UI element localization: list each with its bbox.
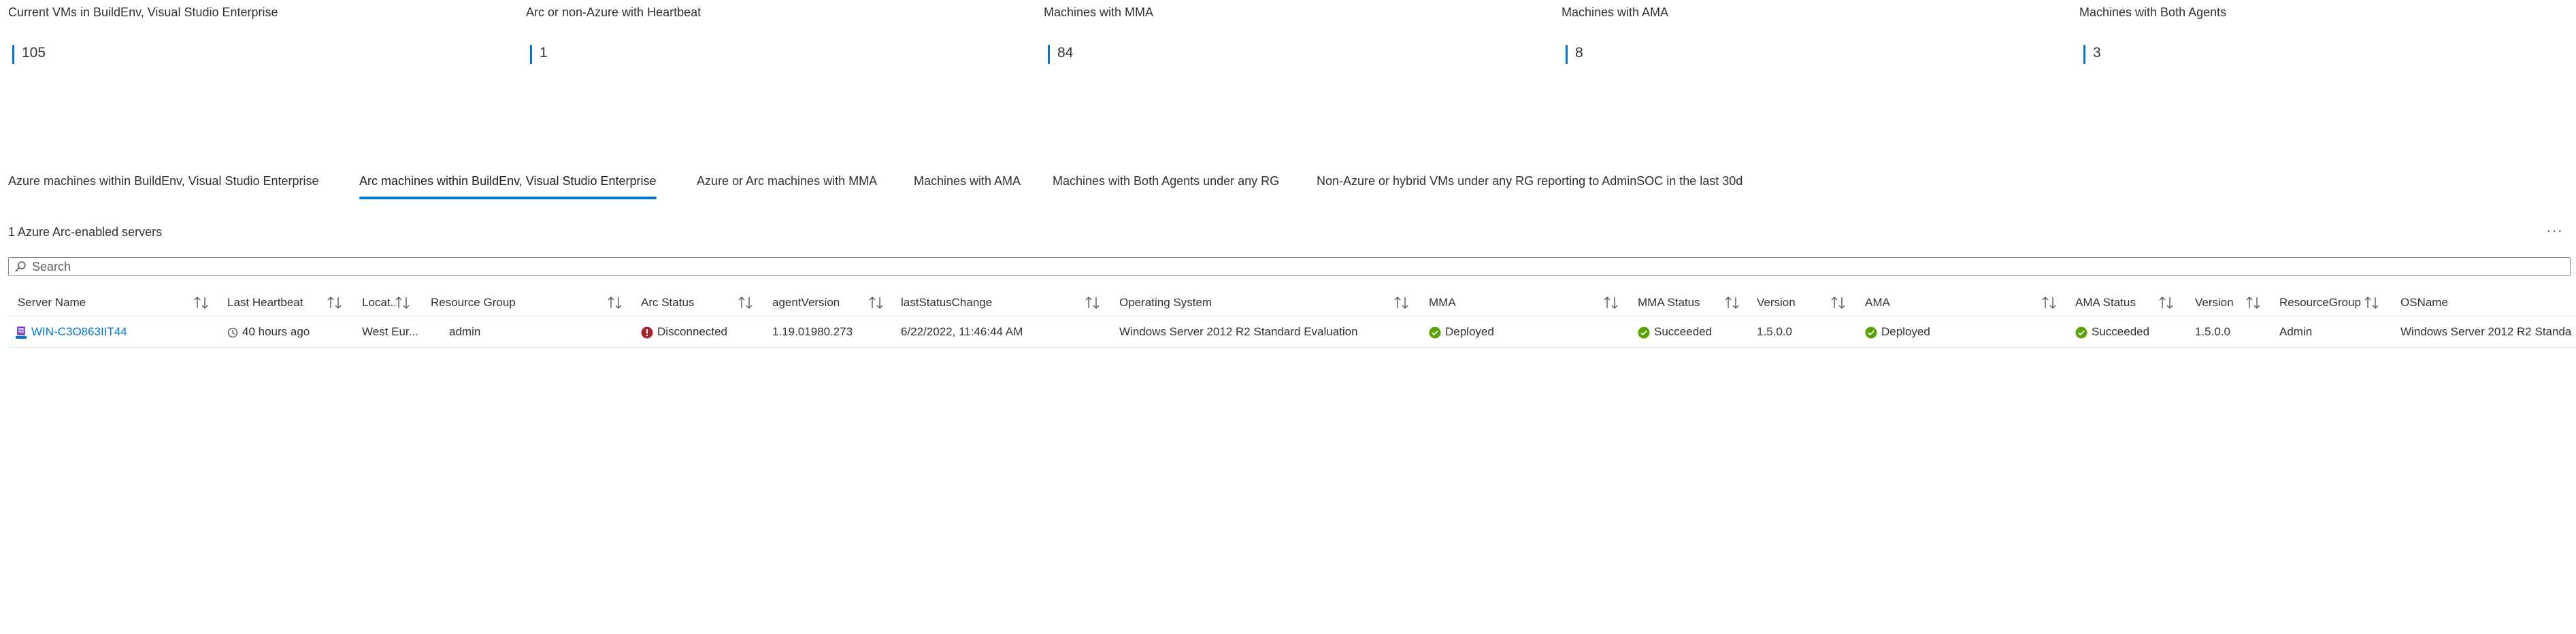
sort-icon[interactable]	[395, 295, 411, 310]
cell-mma-status: Succeeded	[1638, 317, 1712, 347]
sort-icon[interactable]	[738, 295, 754, 310]
active-tab-indicator	[359, 197, 657, 199]
column-header-resourcegroup[interactable]: ResourceGroup	[2279, 290, 2361, 316]
column-header-operating-system[interactable]: Operating System	[1119, 290, 1212, 316]
grid-title: 1 Azure Arc-enabled servers	[8, 225, 163, 239]
sort-icon[interactable]	[1393, 295, 1410, 310]
kpi-accent-bar	[2083, 45, 2085, 64]
sort-icon[interactable]	[193, 295, 210, 310]
cell-location: West Eur...	[362, 325, 418, 338]
column-header-last-heartbeat[interactable]: Last Heartbeat	[227, 290, 303, 316]
column-header-mma-version[interactable]: Version	[1757, 290, 1796, 316]
column-header-arc-status[interactable]: Arc Status	[641, 290, 694, 316]
clock-icon	[227, 327, 238, 337]
search-input[interactable]	[32, 258, 2549, 276]
kpi-accent-bar	[1048, 45, 1050, 64]
grid-header-row: Server Name Last Heartbeat Locat.. Resou…	[8, 290, 2576, 316]
cell-resource-group: admin	[449, 325, 481, 338]
cell-last-heartbeat: 40 hours ago	[227, 317, 310, 347]
column-header-server-name[interactable]: Server Name	[18, 290, 86, 316]
cell-osname: Windows Server 2012 R2 Standa	[2400, 325, 2572, 338]
sort-icon[interactable]	[2245, 295, 2262, 310]
server-name-link[interactable]: WIN-C3O863IIT44	[31, 325, 127, 338]
kpi-value: 3	[2093, 45, 2101, 61]
cell-ama-status: Succeeded	[2075, 317, 2149, 347]
server-icon	[16, 326, 27, 339]
tab-label: Arc machines within BuildEnv, Visual Stu…	[359, 174, 657, 188]
mma-value: Deployed	[1445, 325, 1494, 338]
cell-server-name[interactable]: WIN-C3O863IIT44	[15, 317, 127, 347]
tab-label: Machines with Both Agents under any RG	[1053, 174, 1280, 188]
tab-non-azure-hybrid[interactable]: Non-Azure or hybrid VMs under any RG rep…	[1317, 167, 1743, 195]
tab-azure-machines[interactable]: Azure machines within BuildEnv, Visual S…	[8, 167, 319, 195]
kpi-value: 8	[1575, 45, 1583, 61]
column-header-mma-status[interactable]: MMA Status	[1638, 290, 1700, 316]
cell-mma-version: 1.5.0.0	[1757, 325, 1792, 338]
tab-arc-machines[interactable]: Arc machines within BuildEnv, Visual Stu…	[359, 167, 657, 199]
kpi-accent-bar	[12, 45, 14, 64]
sort-icon[interactable]	[1830, 295, 1847, 310]
cell-ama: Deployed	[1865, 317, 1930, 347]
kpi-title: Machines with MMA	[1044, 5, 1154, 19]
check-circle-icon	[1865, 327, 1877, 339]
ama-value: Deployed	[1881, 325, 1930, 338]
tab-label: Azure or Arc machines with MMA	[697, 174, 878, 188]
cell-operating-system: Windows Server 2012 R2 Standard Evaluati…	[1119, 325, 1358, 338]
column-header-osname[interactable]: OSName	[2400, 290, 2448, 316]
check-circle-icon	[1638, 327, 1650, 339]
column-header-agent-version[interactable]: agentVersion	[772, 290, 840, 316]
kpi-value: 1	[540, 45, 548, 61]
search-icon	[15, 261, 26, 272]
table-row[interactable]: WIN-C3O863IIT44 40 hours ago West Eur...…	[8, 317, 2576, 348]
tab-label: Azure machines within BuildEnv, Visual S…	[8, 174, 319, 188]
kpi-accent-bar	[530, 45, 532, 64]
kpi-title: Arc or non-Azure with Heartbeat	[526, 5, 701, 19]
cell-arc-status: Disconnected	[641, 317, 727, 347]
check-circle-icon	[2075, 327, 2087, 339]
column-header-location[interactable]: Locat..	[362, 290, 397, 316]
arc-status-value: Disconnected	[657, 325, 728, 338]
kpi-title: Current VMs in BuildEnv, Visual Studio E…	[8, 5, 278, 19]
sort-icon[interactable]	[2041, 295, 2058, 310]
cell-mma: Deployed	[1429, 317, 1494, 347]
column-header-last-status-change[interactable]: lastStatusChange	[901, 290, 992, 316]
cell-last-status-change: 6/22/2022, 11:46:44 AM	[901, 325, 1023, 338]
ama-status-value: Succeeded	[2092, 325, 2150, 338]
column-header-ama[interactable]: AMA	[1865, 290, 1890, 316]
sort-icon[interactable]	[327, 295, 343, 310]
sort-icon[interactable]	[868, 295, 885, 310]
tab-both-agents[interactable]: Machines with Both Agents under any RG	[1053, 167, 1279, 195]
tab-label: Machines with AMA	[914, 174, 1021, 188]
sort-icon[interactable]	[1085, 295, 1101, 310]
check-circle-icon	[1429, 327, 1441, 339]
sort-icon[interactable]	[1724, 295, 1740, 310]
column-header-mma[interactable]: MMA	[1429, 290, 1456, 316]
column-header-ama-status[interactable]: AMA Status	[2075, 290, 2136, 316]
tab-machines-with-ama[interactable]: Machines with AMA	[914, 167, 1021, 195]
sort-icon[interactable]	[2364, 295, 2380, 310]
sort-icon[interactable]	[2158, 295, 2175, 310]
sort-icon[interactable]	[1603, 295, 1619, 310]
last-heartbeat-value: 40 hours ago	[242, 325, 310, 338]
kpi-accent-bar	[1566, 45, 1568, 64]
error-icon	[641, 327, 653, 339]
sort-icon[interactable]	[607, 295, 623, 310]
cell-agent-version: 1.19.01980.273	[772, 325, 853, 338]
kpi-title: Machines with AMA	[1562, 5, 1669, 19]
kpi-value: 84	[1057, 45, 1074, 61]
kpi-strip: Current VMs in BuildEnv, Visual Studio E…	[0, 0, 2576, 82]
kpi-title: Machines with Both Agents	[2079, 5, 2227, 19]
column-header-resource-group[interactable]: Resource Group	[431, 290, 516, 316]
more-options-button[interactable]: ···	[2546, 222, 2563, 239]
cell-ama-version: 1.5.0.0	[2195, 325, 2230, 338]
tab-azure-or-arc-mma[interactable]: Azure or Arc machines with MMA	[697, 167, 877, 195]
column-header-ama-version[interactable]: Version	[2195, 290, 2234, 316]
mma-status-value: Succeeded	[1654, 325, 1713, 338]
cell-resourcegroup: Admin	[2279, 325, 2313, 338]
kpi-value: 105	[22, 45, 46, 61]
search-box	[8, 257, 2571, 276]
tab-label: Non-Azure or hybrid VMs under any RG rep…	[1317, 174, 1743, 188]
